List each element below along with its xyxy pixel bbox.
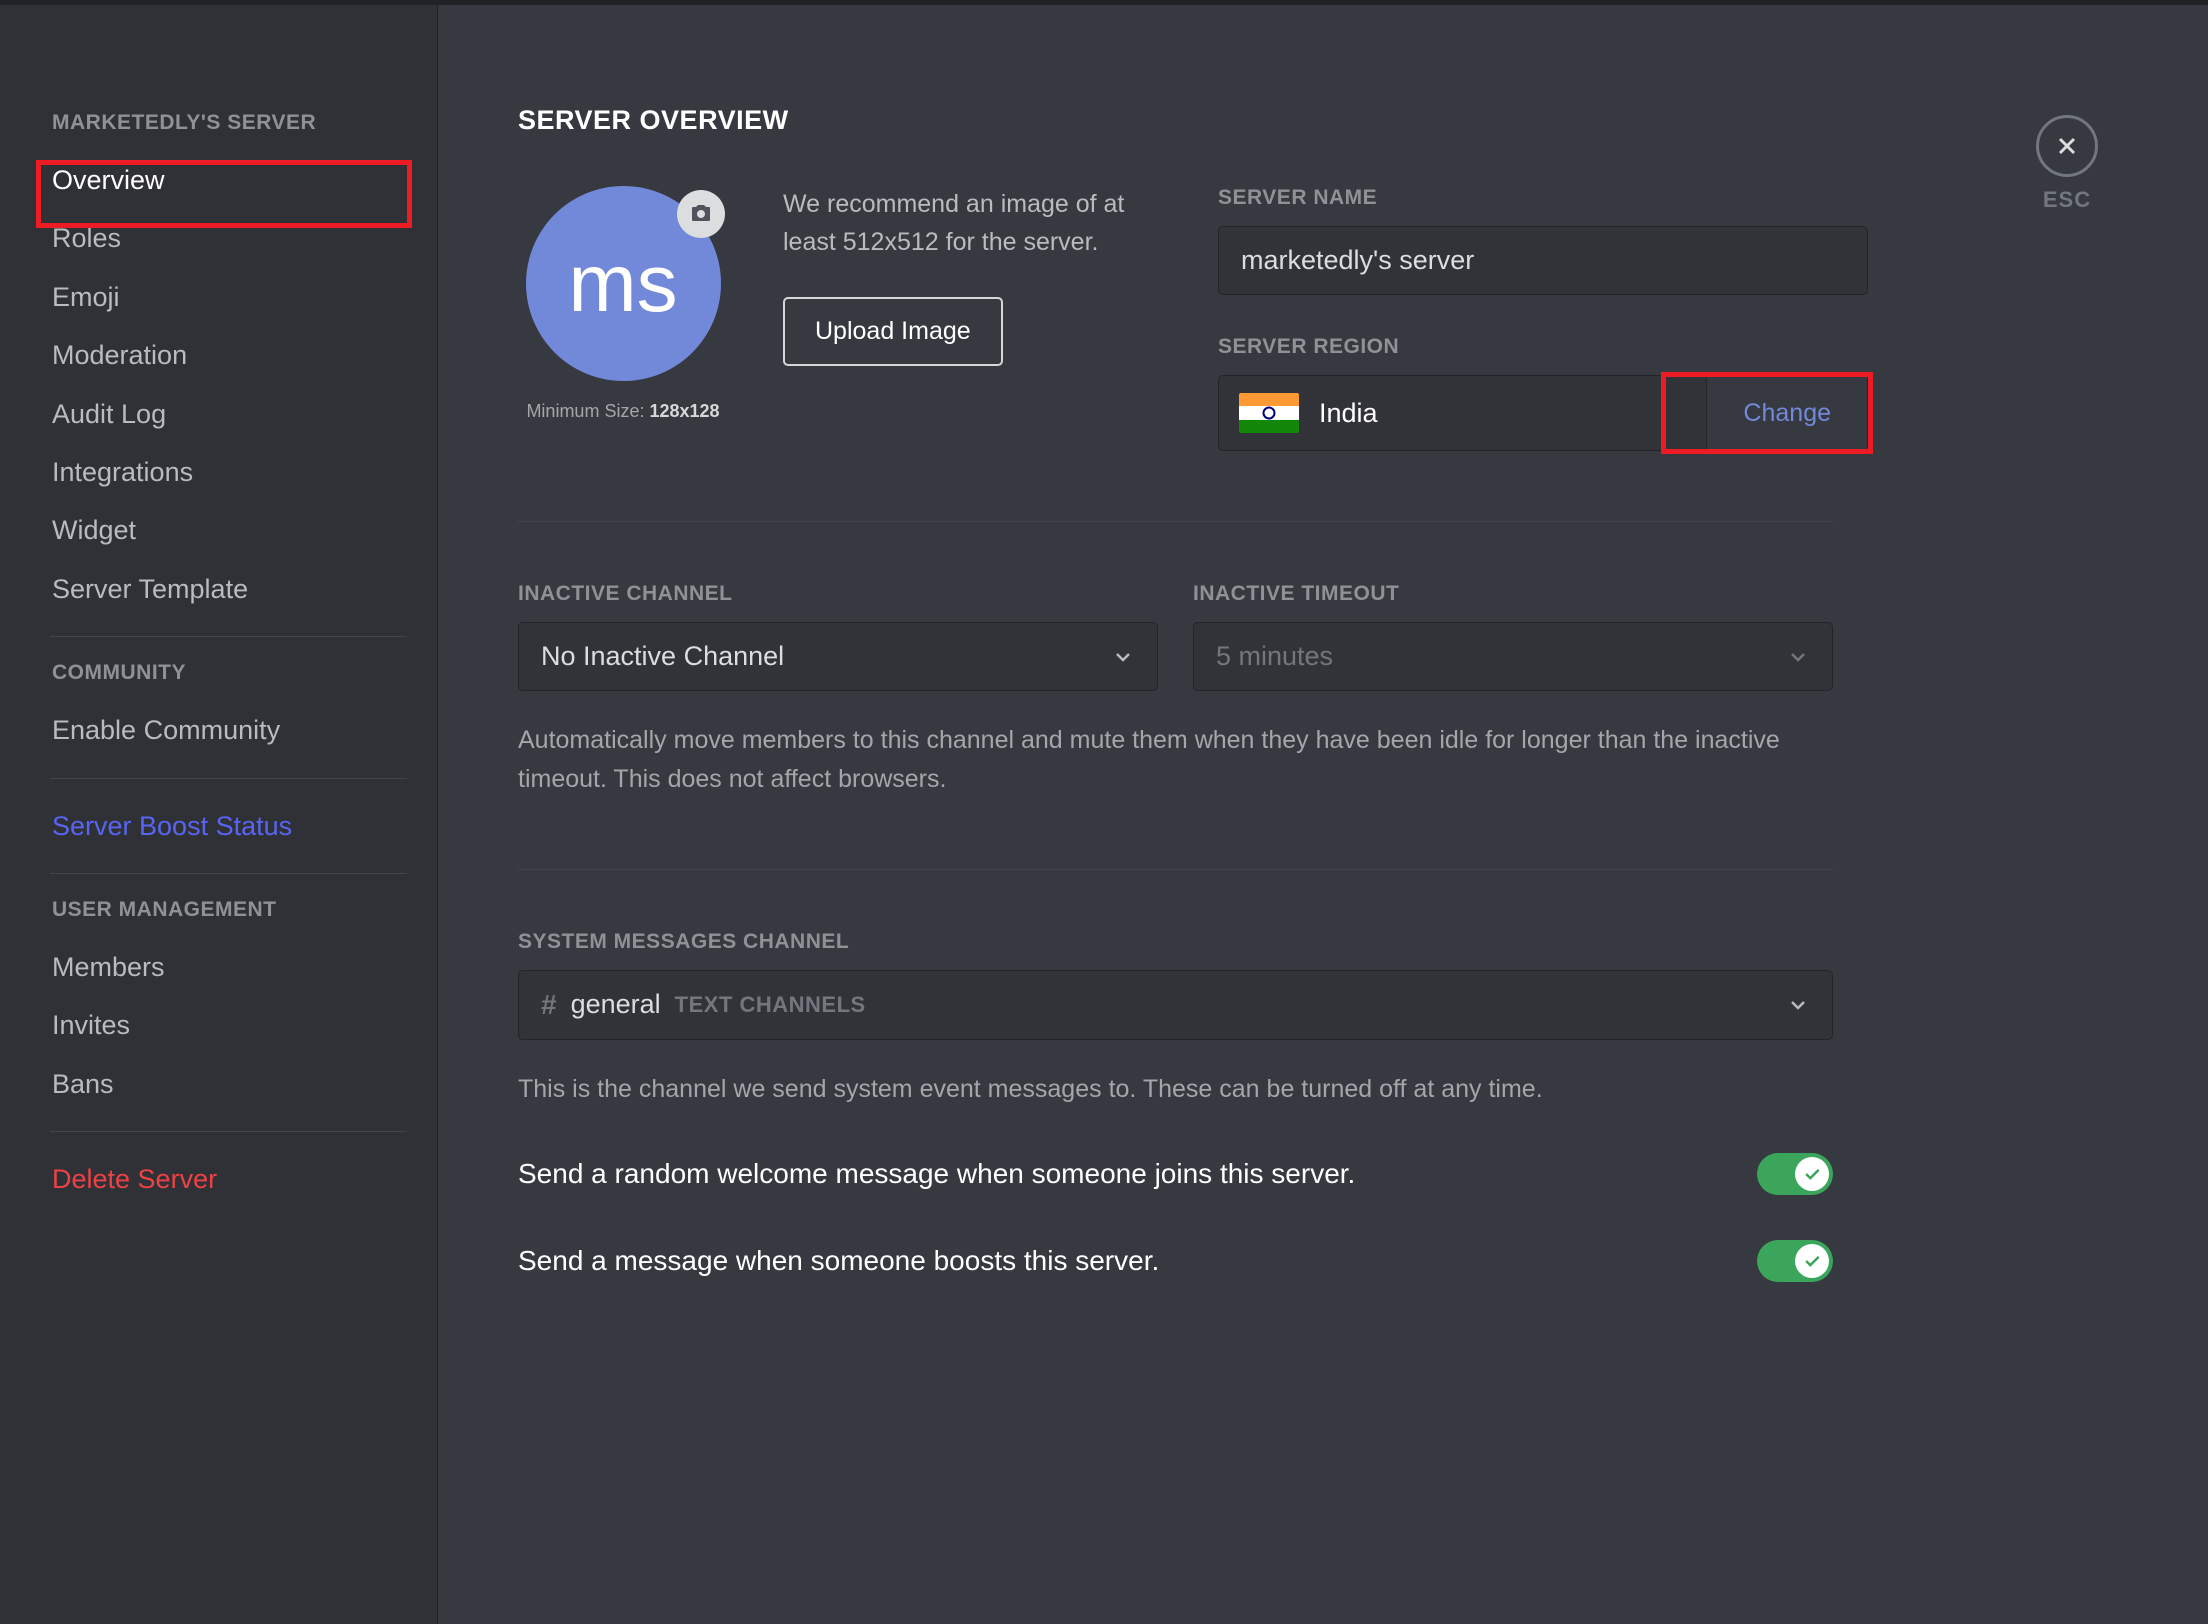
annotation-highlight-change [1661, 372, 1873, 454]
chevron-down-icon [1111, 645, 1135, 669]
sidebar-header-user-mgmt: USER MANAGEMENT [50, 892, 407, 928]
toggle-welcome-label: Send a random welcome message when someo… [518, 1158, 1355, 1190]
hash-icon: # [541, 989, 557, 1021]
upload-image-icon[interactable] [677, 190, 725, 238]
chevron-down-icon [1786, 993, 1810, 1017]
sidebar-divider [50, 1131, 407, 1132]
sidebar-item-server-template[interactable]: Server Template [50, 560, 407, 618]
chevron-down-icon [1786, 645, 1810, 669]
settings-sidebar: MARKETEDLY'S SERVER Overview Roles Emoji… [0, 5, 438, 1624]
toggle-boost-label: Send a message when someone boosts this … [518, 1245, 1159, 1277]
content-divider [518, 869, 1833, 870]
sidebar-divider [50, 778, 407, 779]
sidebar-item-delete-server[interactable]: Delete Server [50, 1150, 407, 1208]
inactive-channel-select[interactable]: No Inactive Channel [518, 622, 1158, 691]
close-button[interactable]: ESC [2036, 115, 2098, 213]
annotation-highlight-overview [36, 160, 412, 228]
settings-content: ESC SERVER OVERVIEW ms Minimum Size: 128… [438, 5, 2208, 1624]
sidebar-item-moderation[interactable]: Moderation [50, 326, 407, 384]
sidebar-item-enable-community[interactable]: Enable Community [50, 701, 407, 759]
server-name-label: SERVER NAME [1218, 186, 1868, 210]
server-region-label: SERVER REGION [1218, 335, 1868, 359]
system-channel-name: general [571, 989, 661, 1020]
region-name: India [1319, 398, 1378, 429]
close-icon [2036, 115, 2098, 177]
sidebar-divider [50, 873, 407, 874]
sidebar-header-community: COMMUNITY [50, 655, 407, 691]
sidebar-divider [50, 636, 407, 637]
content-divider [518, 521, 1833, 522]
close-label: ESC [2036, 187, 2098, 213]
sidebar-item-members[interactable]: Members [50, 938, 407, 996]
upload-image-button[interactable]: Upload Image [783, 297, 1003, 366]
sidebar-item-emoji[interactable]: Emoji [50, 268, 407, 326]
image-recommend-text: We recommend an image of at least 512x51… [783, 186, 1163, 261]
toggle-welcome-switch[interactable] [1757, 1153, 1833, 1195]
inactive-helper-text: Automatically move members to this chann… [518, 721, 1833, 799]
server-name-input[interactable] [1218, 226, 1868, 295]
toggle-boost-switch[interactable] [1757, 1240, 1833, 1282]
sidebar-item-server-boost[interactable]: Server Boost Status [50, 797, 407, 855]
inactive-timeout-label: INACTIVE TIMEOUT [1193, 582, 1833, 606]
sidebar-header-server: MARKETEDLY'S SERVER [50, 105, 407, 141]
sidebar-item-integrations[interactable]: Integrations [50, 443, 407, 501]
sidebar-item-invites[interactable]: Invites [50, 996, 407, 1054]
min-size-hint: Minimum Size: 128x128 [518, 401, 728, 422]
india-flag-icon [1239, 393, 1299, 433]
system-channel-label: SYSTEM MESSAGES CHANNEL [518, 930, 2138, 954]
sidebar-item-bans[interactable]: Bans [50, 1055, 407, 1113]
system-helper-text: This is the channel we send system event… [518, 1070, 1833, 1109]
system-channel-category: TEXT CHANNELS [675, 992, 866, 1018]
system-channel-select[interactable]: # general TEXT CHANNELS [518, 970, 1833, 1040]
inactive-timeout-select[interactable]: 5 minutes [1193, 622, 1833, 691]
page-title: SERVER OVERVIEW [518, 105, 2138, 136]
inactive-channel-label: INACTIVE CHANNEL [518, 582, 1158, 606]
sidebar-item-widget[interactable]: Widget [50, 501, 407, 559]
sidebar-item-audit-log[interactable]: Audit Log [50, 385, 407, 443]
